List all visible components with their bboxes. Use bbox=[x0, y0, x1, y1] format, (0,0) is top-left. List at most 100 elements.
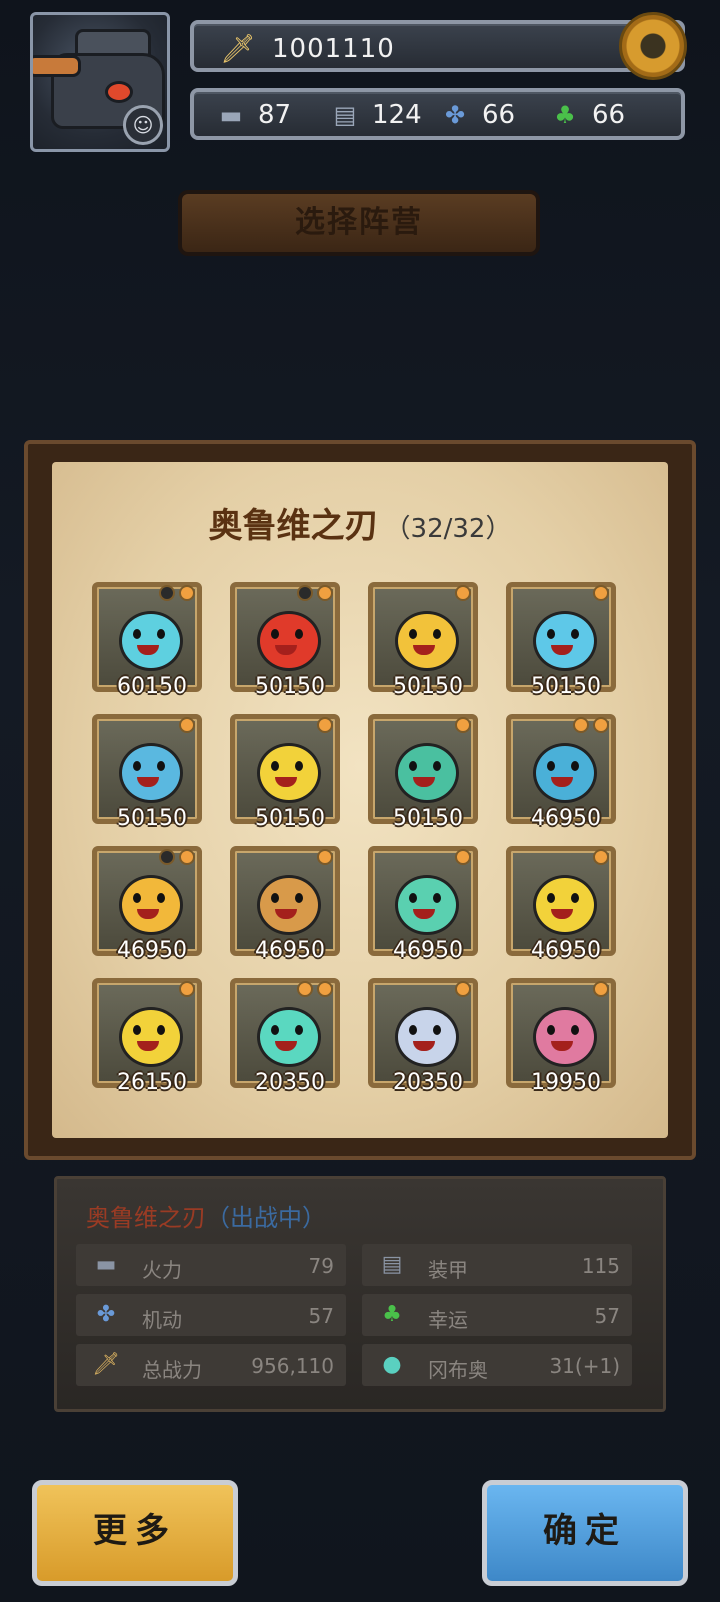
stat-row-mobility: ✤ 机动 57 bbox=[76, 1294, 346, 1336]
upgrade-dot bbox=[297, 585, 313, 601]
upgrade-dot bbox=[179, 981, 195, 997]
hero-power-value: 60150 bbox=[117, 674, 187, 699]
stat-row-firepower: ▬ 火力 79 bbox=[76, 1244, 346, 1286]
confirm-button[interactable]: 确定 bbox=[482, 1480, 688, 1586]
hero-card[interactable]: 46950 bbox=[506, 846, 616, 963]
hero-portrait bbox=[257, 1007, 321, 1067]
upgrade-dot bbox=[317, 849, 333, 865]
hero-eyes bbox=[545, 629, 581, 639]
sword-icon: 🗡 bbox=[220, 32, 256, 65]
panel-title: 奥鲁维之刃 （32/32） bbox=[0, 498, 720, 547]
more-button[interactable]: 更多 bbox=[32, 1480, 238, 1586]
clover-icon: ♣ bbox=[382, 1302, 402, 1327]
upgrade-dot bbox=[179, 849, 195, 865]
hero-portrait bbox=[257, 611, 321, 671]
firepower-stat: ▬ 87 bbox=[214, 100, 291, 130]
hero-eyes bbox=[131, 1025, 167, 1035]
hero-card[interactable]: 46950 bbox=[506, 714, 616, 831]
hero-portrait bbox=[119, 611, 183, 671]
hero-card[interactable]: 46950 bbox=[368, 846, 478, 963]
upgrade-dot bbox=[593, 717, 609, 733]
tank-eye bbox=[105, 81, 133, 103]
hero-portrait bbox=[119, 875, 183, 935]
hero-portrait bbox=[257, 743, 321, 803]
hero-power-value: 50150 bbox=[393, 674, 463, 699]
hero-power-value: 50150 bbox=[393, 806, 463, 831]
info-faction-name: 奥鲁维之刃 bbox=[86, 1204, 206, 1232]
hero-card[interactable]: 26150 bbox=[92, 978, 202, 1095]
stats-bar: ▬ 87 ▤ 124 ✤ 66 ♣ 66 bbox=[190, 88, 685, 140]
hero-portrait bbox=[395, 875, 459, 935]
select-faction-button[interactable]: 选择阵营 bbox=[178, 190, 540, 256]
hero-power-value: 50150 bbox=[255, 806, 325, 831]
hero-portrait bbox=[533, 1007, 597, 1067]
upgrade-dot bbox=[593, 849, 609, 865]
hero-card[interactable]: 19950 bbox=[506, 978, 616, 1095]
upgrade-dot bbox=[317, 981, 333, 997]
hero-power-value: 19950 bbox=[531, 1070, 601, 1095]
hero-portrait bbox=[119, 743, 183, 803]
hero-card[interactable]: 46950 bbox=[92, 846, 202, 963]
upgrade-dot bbox=[317, 585, 333, 601]
hero-portrait bbox=[119, 1007, 183, 1067]
upgrade-dot bbox=[455, 585, 471, 601]
hero-card[interactable]: 46950 bbox=[230, 846, 340, 963]
upgrade-dot bbox=[573, 717, 589, 733]
hero-card[interactable]: 50150 bbox=[368, 582, 478, 699]
hero-card[interactable]: 20350 bbox=[230, 978, 340, 1095]
upgrade-dot bbox=[593, 981, 609, 997]
hero-power-value: 20350 bbox=[393, 1070, 463, 1095]
hero-card[interactable]: 60150 bbox=[92, 582, 202, 699]
luck-stat: ♣ 66 bbox=[548, 100, 625, 130]
hero-eyes bbox=[131, 629, 167, 639]
hero-card[interactable]: 50150 bbox=[368, 714, 478, 831]
tank-gun-icon: ▬ bbox=[95, 1252, 117, 1277]
info-status: （出战中） bbox=[206, 1204, 326, 1232]
hero-eyes bbox=[269, 629, 305, 639]
hero-power-value: 50150 bbox=[255, 674, 325, 699]
upgrade-dot bbox=[179, 717, 195, 733]
upgrade-dot bbox=[455, 981, 471, 997]
hero-power-value: 46950 bbox=[531, 806, 601, 831]
upgrade-dot bbox=[297, 981, 313, 997]
hero-power-value: 50150 bbox=[117, 806, 187, 831]
hero-portrait bbox=[395, 743, 459, 803]
upgrade-dot bbox=[179, 585, 195, 601]
clover-icon: ♣ bbox=[554, 101, 576, 129]
hero-card[interactable]: 50150 bbox=[92, 714, 202, 831]
hero-portrait bbox=[533, 875, 597, 935]
hero-card[interactable]: 50150 bbox=[230, 714, 340, 831]
propeller-icon: ✤ bbox=[96, 1302, 116, 1327]
upgrade-dot bbox=[593, 585, 609, 601]
stat-row-gumball: ● 冈布奥 31(+1) bbox=[362, 1344, 632, 1386]
tank-gun-icon: ▬ bbox=[219, 101, 243, 129]
hero-power-value: 20350 bbox=[255, 1070, 325, 1095]
hero-card[interactable]: 20350 bbox=[368, 978, 478, 1095]
settings-gear-icon[interactable] bbox=[619, 12, 687, 80]
hero-portrait bbox=[257, 875, 321, 935]
hero-eyes bbox=[545, 893, 581, 903]
hero-card[interactable]: 50150 bbox=[506, 582, 616, 699]
hero-portrait bbox=[533, 743, 597, 803]
hero-power-value: 46950 bbox=[393, 938, 463, 963]
player-avatar[interactable]: ☺ bbox=[30, 12, 170, 152]
upgrade-dot bbox=[317, 717, 333, 733]
hero-card[interactable]: 50150 bbox=[230, 582, 340, 699]
stat-row-armor: ▤ 装甲 115 bbox=[362, 1244, 632, 1286]
tank-barrel bbox=[33, 55, 81, 77]
faction-name: 奥鲁维之刃 bbox=[208, 506, 379, 546]
hero-power-value: 26150 bbox=[117, 1070, 187, 1095]
hero-power-value: 46950 bbox=[531, 938, 601, 963]
sword-icon: 🗡 bbox=[92, 1352, 120, 1377]
hero-eyes bbox=[269, 893, 305, 903]
hero-eyes bbox=[131, 893, 167, 903]
armor-stat: ▤ 124 bbox=[328, 100, 422, 130]
hero-eyes bbox=[545, 1025, 581, 1035]
total-power-value: 1001110 bbox=[272, 34, 395, 64]
stat-row-total-power: 🗡 总战力 956,110 bbox=[76, 1344, 346, 1386]
upgrade-dot bbox=[455, 849, 471, 865]
hero-portrait bbox=[533, 611, 597, 671]
hero-eyes bbox=[407, 629, 443, 639]
hero-power-value: 46950 bbox=[117, 938, 187, 963]
propeller-icon: ✤ bbox=[444, 101, 466, 129]
